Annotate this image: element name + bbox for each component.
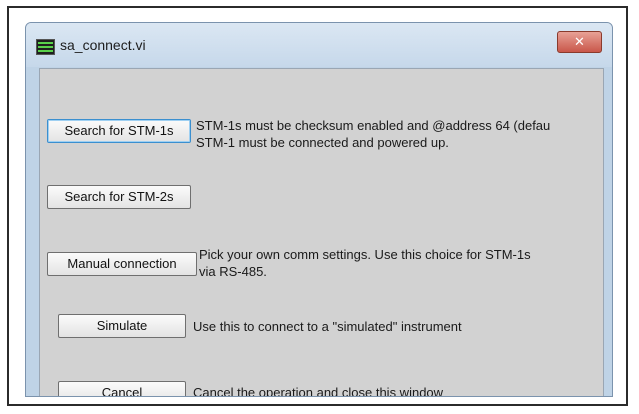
title-bar: sa_connect.vi ✕ xyxy=(26,23,612,67)
cancel-button[interactable]: Cancel xyxy=(58,381,186,396)
manual-connection-button[interactable]: Manual connection xyxy=(47,252,197,276)
manual-connection-description-line1: Pick your own comm settings. Use this ch… xyxy=(199,247,531,262)
dialog-window: sa_connect.vi ✕ Search for STM-1s STM-1s… xyxy=(25,22,613,397)
window-title: sa_connect.vi xyxy=(60,37,146,53)
search-stm1-description-line1: STM-1s must be checksum enabled and @add… xyxy=(196,118,551,133)
dialog-content: Search for STM-1s STM-1s must be checksu… xyxy=(39,68,604,397)
search-stm1-description-line2: STM-1 must be connected and powered up. xyxy=(196,135,449,150)
close-button[interactable]: ✕ xyxy=(557,31,602,53)
simulate-description: Use this to connect to a "simulated" ins… xyxy=(193,319,462,334)
simulate-button[interactable]: Simulate xyxy=(58,314,186,338)
cancel-description: Cancel the operation and close this wind… xyxy=(193,385,444,397)
search-stm1-button[interactable]: Search for STM-1s xyxy=(47,119,191,143)
manual-connection-description-line2: via RS-485. xyxy=(199,264,267,279)
labview-vi-icon xyxy=(36,39,55,55)
search-stm1-description: STM-1s must be checksum enabled and @add… xyxy=(196,117,550,151)
manual-connection-description: Pick your own comm settings. Use this ch… xyxy=(199,246,531,280)
search-stm2-button[interactable]: Search for STM-2s xyxy=(47,185,191,209)
